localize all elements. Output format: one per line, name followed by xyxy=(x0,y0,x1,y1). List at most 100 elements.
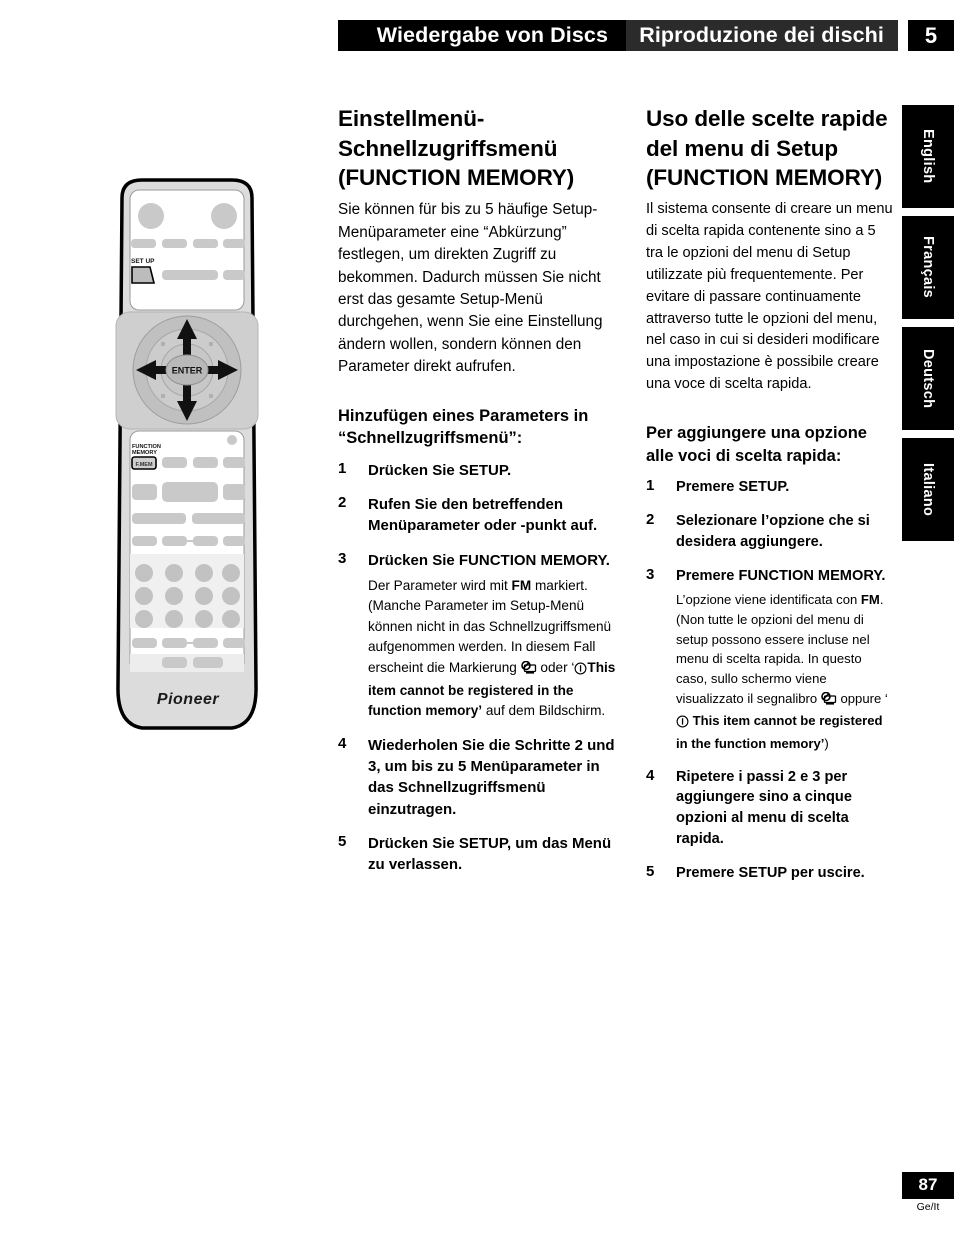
remote-keypad-button xyxy=(222,610,240,628)
step-heading: Drücken Sie SETUP, um das Menü zu verlas… xyxy=(368,834,612,874)
step-number: 2 xyxy=(338,494,347,512)
remote-keypad-button xyxy=(222,564,240,582)
remote-keypad-button xyxy=(195,610,213,628)
remote-keypad-button xyxy=(135,587,153,605)
fm-marker: FM xyxy=(860,592,880,608)
remote-button xyxy=(223,457,245,468)
remote-button-connector xyxy=(187,642,193,644)
remote-button xyxy=(193,657,223,668)
step-number: 5 xyxy=(338,832,347,850)
header-segment-italian: Riproduzione dei dischi xyxy=(626,20,898,51)
remote-keypad-button xyxy=(165,610,183,628)
remote-keypad-button xyxy=(195,587,213,605)
list-item: 2 Rufen Sie den betreffenden Menüparamet… xyxy=(338,494,618,537)
header-segment-german: Wiedergabe von Discs xyxy=(338,20,626,51)
remote-button xyxy=(132,484,157,500)
italian-step-list: 1 Premere SETUP. 2 Selezionare l’opzione… xyxy=(646,477,894,884)
german-intro-paragraph: Sie können für bis zu 5 häufige Setup-Me… xyxy=(338,201,603,376)
remote-button xyxy=(162,536,187,546)
remote-button-wide xyxy=(132,513,186,524)
language-tab-italiano[interactable]: Italiano xyxy=(902,438,954,541)
list-item: 3 Drücken Sie FUNCTION MEMORY. Der Param… xyxy=(338,550,618,722)
remote-button xyxy=(223,484,245,500)
note-text-a: Der Parameter wird mit xyxy=(368,578,512,593)
note-text-c: oder ‘ xyxy=(536,659,575,675)
step-heading: Rufen Sie den betreffenden Menüparameter… xyxy=(368,496,598,535)
remote-button xyxy=(162,239,187,248)
german-step-list: 1 Drücken Sie SETUP. 2 Rufen Sie den bet… xyxy=(338,460,618,876)
german-section-title: Einstellmenü-Schnellzugriffsmenü (FUNCTI… xyxy=(338,106,575,191)
not-registerable-icon xyxy=(520,660,537,681)
remote-button xyxy=(131,239,156,248)
step-number: 4 xyxy=(338,734,347,752)
step-heading: Drücken Sie SETUP. xyxy=(368,461,512,479)
remote-button xyxy=(132,638,157,648)
note-text-a: L’opzione viene identificata con xyxy=(676,592,861,608)
german-subsection-title: Hinzufügen eines Parameters in “Schnellz… xyxy=(338,406,589,448)
language-tab-english[interactable]: English xyxy=(902,105,954,208)
remote-function-memory-button-text: F.MEM xyxy=(135,462,153,468)
remote-button-connector xyxy=(187,540,193,542)
remote-button xyxy=(223,239,245,248)
remote-dial-notch xyxy=(161,394,165,398)
remote-enter-label: ENTER xyxy=(172,366,203,376)
info-icon xyxy=(676,714,689,734)
language-tab-label: Italiano xyxy=(920,462,936,517)
remote-function-memory-label-line2: MEMORY xyxy=(132,450,157,456)
step-heading: Premere FUNCTION MEMORY. xyxy=(676,567,886,584)
note-text-d: auf dem Bildschirm. xyxy=(482,703,606,719)
step-heading: Premere SETUP. xyxy=(676,478,790,495)
remote-button xyxy=(162,657,187,668)
column-german: Einstellmenü-Schnellzugriffsmenü (FUNCTI… xyxy=(338,104,618,889)
remote-indicator-dot xyxy=(227,435,237,445)
note-text-c: oppure ‘ xyxy=(836,690,888,706)
fm-marker: FM xyxy=(511,578,532,593)
not-registerable-icon xyxy=(821,691,837,712)
remote-keypad-button xyxy=(222,587,240,605)
step-heading: Wiederholen Sie die Schritte 2 und 3, um… xyxy=(368,736,615,818)
page-language-code: Ge/It xyxy=(916,1201,940,1213)
step-number: 3 xyxy=(338,549,347,567)
remote-button xyxy=(162,457,187,468)
step-number: 5 xyxy=(646,862,655,880)
remote-dial-notch xyxy=(209,394,213,398)
remote-button-wide xyxy=(162,482,218,502)
language-tab-label: Français xyxy=(920,236,936,299)
remote-button xyxy=(162,638,187,648)
header-chapter-number-box: 5 xyxy=(908,20,954,51)
remote-keypad-button xyxy=(135,610,153,628)
remote-button xyxy=(193,638,218,648)
remote-control-illustration: SET UP ENTER FUNCTION MEMORY F.MEM Pione… xyxy=(104,176,274,736)
remote-round-button-left xyxy=(138,203,164,229)
list-item: 1 Premere SETUP. xyxy=(646,477,894,498)
list-item: 3 Premere FUNCTION MEMORY. L’opzione vie… xyxy=(646,566,894,754)
chapter-number: 5 xyxy=(924,22,938,48)
note-text-d: ) xyxy=(824,735,829,751)
header-title-german: Wiedergabe von Discs xyxy=(376,23,608,47)
pioneer-logo: Pioneer xyxy=(157,691,219,708)
step-note: Der Parameter wird mit FM markiert. (Man… xyxy=(368,576,618,722)
italian-intro-paragraph: Il sistema consente di creare un menu di… xyxy=(646,201,893,393)
page-number: 87 xyxy=(902,1172,954,1199)
language-tab-francais[interactable]: Français xyxy=(902,216,954,319)
remote-button xyxy=(193,457,218,468)
remote-keypad-button xyxy=(135,564,153,582)
step-number: 1 xyxy=(338,459,347,477)
column-italian: Uso delle scelte rapide del menu di Setu… xyxy=(646,104,894,897)
remote-keypad-button xyxy=(195,564,213,582)
step-number: 4 xyxy=(646,766,655,784)
remote-keypad-button xyxy=(165,587,183,605)
remote-keypad-button xyxy=(165,564,183,582)
list-item: 5 Drücken Sie SETUP, um das Menü zu verl… xyxy=(338,833,618,876)
language-tab-deutsch[interactable]: Deutsch xyxy=(902,327,954,430)
language-tab-label: English xyxy=(920,129,936,184)
step-heading: Drücken Sie FUNCTION MEMORY. xyxy=(368,551,610,569)
step-heading: Selezionare l’opzione che si desidera ag… xyxy=(676,512,870,550)
page-header-bar: Wiedergabe von Discs Riproduzione dei di… xyxy=(338,20,954,51)
list-item: 1 Drücken Sie SETUP. xyxy=(338,460,618,481)
list-item: 4 Ripetere i passi 2 e 3 per aggiungere … xyxy=(646,767,894,850)
note-text-b: . (Non tutte le opzioni del menu di setu… xyxy=(676,592,884,706)
remote-button xyxy=(162,270,218,280)
page-footer: 87 Ge/It xyxy=(902,1172,954,1213)
header-title-italian: Riproduzione dei dischi xyxy=(639,23,884,47)
